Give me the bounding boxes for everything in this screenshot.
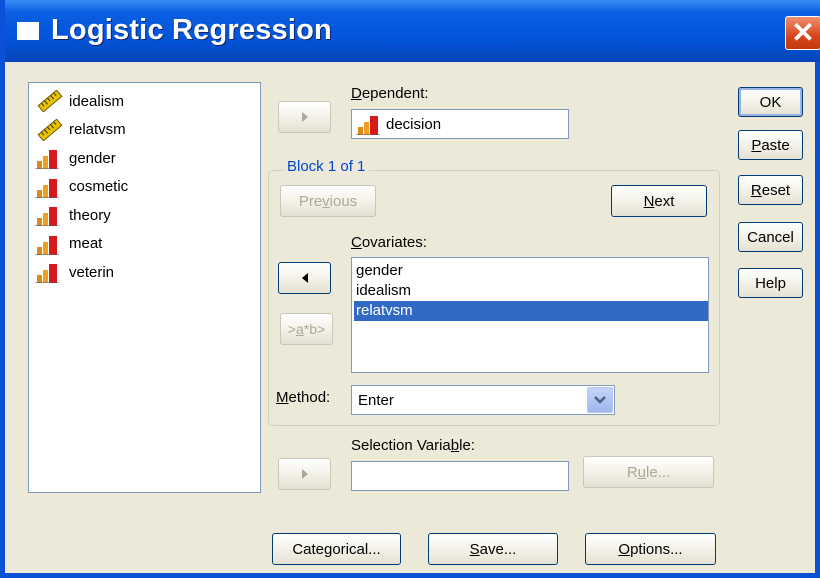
nominal-bar-icon (35, 261, 65, 284)
nominal-bar-icon (35, 233, 65, 255)
previous-button[interactable]: Pre v ious (280, 185, 376, 217)
covariate-item[interactable]: idealism (354, 281, 411, 301)
cancel-button[interactable]: Cancel (738, 222, 803, 252)
window-title: Logistic Regression (51, 14, 332, 46)
close-icon: ✕ (791, 17, 815, 48)
dependent-label: Dependent: (351, 85, 429, 102)
dependent-field[interactable]: decision (351, 109, 569, 139)
reset-button[interactable]: Reset (738, 175, 803, 205)
dependent-move-button[interactable] (278, 101, 331, 133)
variable-item[interactable]: meat (35, 231, 102, 257)
variable-label: idealism (69, 92, 125, 110)
right-arrow-icon (301, 112, 308, 122)
scale-ruler-icon (35, 118, 65, 141)
paste-button[interactable]: Paste (738, 130, 803, 160)
right-arrow-icon (301, 469, 308, 479)
nominal-bar-icon (35, 176, 65, 198)
ok-button[interactable]: OK (738, 87, 803, 117)
nominal-bar-icon (356, 113, 386, 136)
variable-item[interactable]: relatvsm (35, 117, 126, 143)
covariates-list[interactable]: gender idealism relatvsm (351, 257, 709, 373)
variable-item[interactable]: cosmetic (35, 174, 128, 200)
variable-item[interactable]: gender (35, 145, 116, 171)
interaction-button[interactable]: > a *b> (280, 313, 333, 345)
dependent-value: decision (386, 115, 442, 133)
categorical-button[interactable]: Categorical... (272, 533, 401, 565)
covariate-item[interactable]: relatvsm (354, 301, 708, 321)
rule-button[interactable]: Ru le... (583, 456, 714, 488)
left-arrow-icon (301, 273, 308, 283)
window-icon (17, 22, 39, 40)
variable-label: veterin (69, 263, 115, 281)
scale-ruler-icon (35, 89, 65, 113)
selection-variable-field[interactable] (351, 461, 569, 491)
variable-label: gender (69, 149, 116, 167)
variable-item[interactable]: veterin (35, 259, 114, 285)
block-legend: Block 1 of 1 (283, 158, 370, 175)
selection-move-button[interactable] (278, 458, 331, 490)
chevron-down-icon (594, 396, 606, 404)
nominal-bar-icon (35, 204, 65, 227)
help-button[interactable]: Help (738, 268, 803, 298)
selection-variable-label: Selection Variable: (351, 437, 475, 454)
logistic-regression-dialog: Logistic Regression ✕ idealism relatvsm ge… (0, 0, 820, 578)
variable-label: theory (69, 206, 111, 224)
method-label: Method: (276, 389, 331, 406)
nominal-bar-icon (35, 147, 65, 170)
covariate-item[interactable]: gender (354, 261, 403, 281)
close-button[interactable]: ✕ (785, 16, 820, 50)
save-button[interactable]: Save... (428, 533, 558, 565)
variable-item[interactable]: theory (35, 202, 111, 228)
title-bar[interactable]: Logistic Regression ✕ (5, 0, 820, 62)
covariates-label: Covariates: (351, 234, 427, 251)
variable-label: cosmetic (69, 178, 129, 195)
covariates-move-button[interactable] (278, 262, 331, 294)
method-value: Enter (358, 392, 394, 409)
next-button[interactable]: Next (611, 185, 707, 217)
source-variable-list[interactable]: idealism relatvsm gender cosmetic theory meat… (28, 82, 261, 493)
options-button[interactable]: Options... (585, 533, 716, 565)
variable-label: meat (69, 235, 103, 252)
variable-item[interactable]: idealism (35, 88, 124, 114)
method-select[interactable]: Enter (351, 385, 615, 415)
method-dropdown-button[interactable] (587, 387, 613, 413)
variable-label: relatvsm (69, 121, 126, 138)
